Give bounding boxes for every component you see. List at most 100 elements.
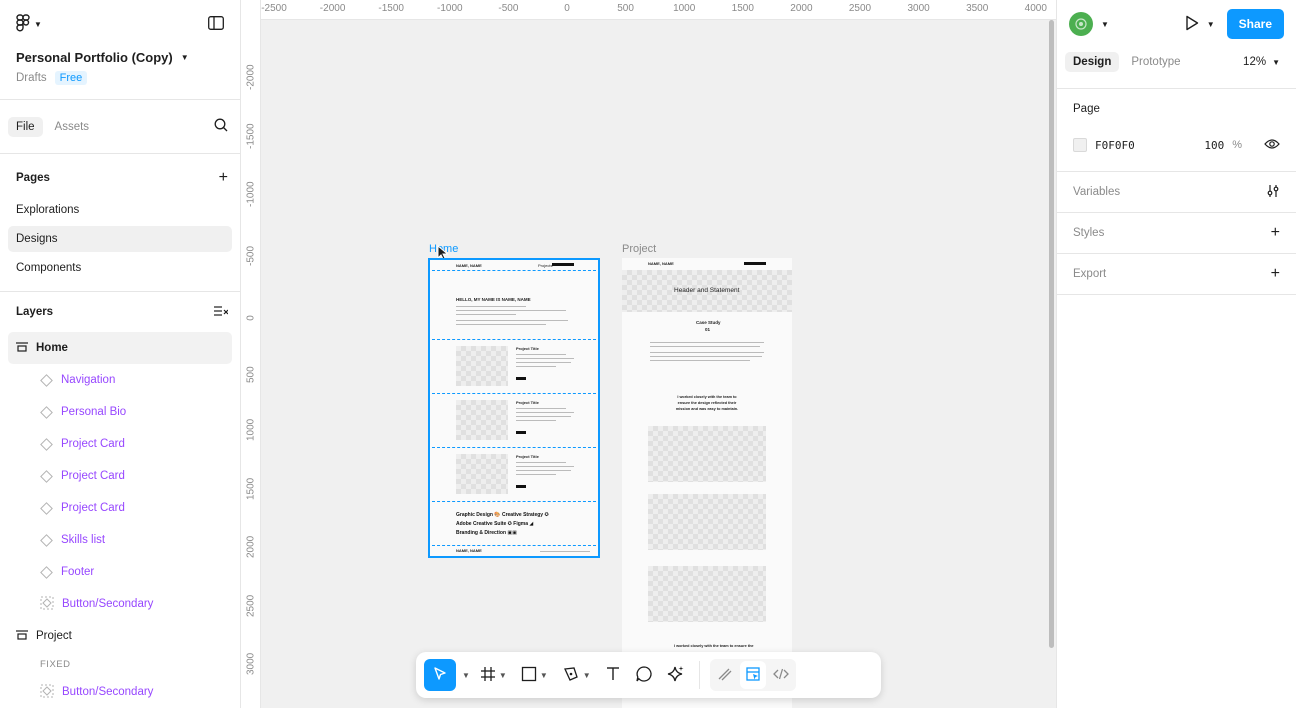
rectangle-icon xyxy=(521,666,537,685)
figma-logo-icon xyxy=(16,13,30,35)
sparkle-icon xyxy=(667,665,685,686)
layer-component[interactable]: Navigation xyxy=(0,364,240,396)
tab-prototype[interactable]: Prototype xyxy=(1123,52,1188,72)
share-button[interactable]: Share xyxy=(1226,9,1284,39)
ruler-tick-label: 4000 xyxy=(1024,3,1047,14)
canvas[interactable]: -2500 -2000 -1500 -1000 -500 0 500 1000 1500 2000… xyxy=(241,0,1056,708)
export-header[interactable]: Export + xyxy=(1073,254,1280,294)
draw-mode-button[interactable] xyxy=(712,661,738,689)
add-style-icon[interactable]: + xyxy=(1271,224,1280,242)
sidebar-toggle-icon[interactable] xyxy=(208,15,224,33)
layer-component[interactable]: Skills list xyxy=(0,524,240,556)
page-section: Page F0F0F0 100 % xyxy=(1057,88,1296,161)
avatar[interactable] xyxy=(1069,12,1093,36)
present-play-icon[interactable] xyxy=(1185,15,1199,34)
tab-design[interactable]: Design xyxy=(1065,52,1120,72)
project-header: Header and Statement xyxy=(674,287,740,294)
chevron-down-icon[interactable]: ▼ xyxy=(499,671,507,680)
eye-icon[interactable] xyxy=(1264,138,1280,153)
chevron-down-icon[interactable]: ▼ xyxy=(1207,20,1215,29)
pages-heading: Pages xyxy=(16,172,50,184)
page-item-components[interactable]: Components xyxy=(8,255,232,281)
add-export-icon[interactable]: + xyxy=(1271,265,1280,283)
ruler-tick-label: -1000 xyxy=(245,181,257,207)
add-page-icon[interactable]: + xyxy=(219,169,228,187)
project-image-placeholder xyxy=(456,454,508,494)
actions-ai-button[interactable] xyxy=(663,659,689,691)
skills-line: Graphic Design 🎨 Creative Strategy ✪ xyxy=(456,512,549,518)
layer-component[interactable]: Button/Secondary xyxy=(0,676,240,708)
text-line xyxy=(650,356,762,357)
nav-button xyxy=(552,263,574,266)
dev-mode-button[interactable] xyxy=(768,661,794,689)
page-item-explorations[interactable]: Explorations xyxy=(8,197,232,223)
file-location[interactable]: Drafts xyxy=(16,72,47,84)
search-icon[interactable] xyxy=(214,118,228,135)
ruler-tick-label: -2500 xyxy=(261,3,287,14)
tab-assets[interactable]: Assets xyxy=(47,117,98,137)
chevron-down-icon[interactable]: ▼ xyxy=(462,671,470,680)
pen-tool-button[interactable]: ▼ xyxy=(558,659,595,691)
plan-badge: Free xyxy=(54,71,88,85)
tab-file[interactable]: File xyxy=(8,116,43,137)
styles-header[interactable]: Styles + xyxy=(1073,213,1280,253)
layer-component[interactable]: Project Card xyxy=(0,460,240,492)
file-title[interactable]: Personal Portfolio (Copy) xyxy=(16,50,173,65)
text-tool-button[interactable] xyxy=(601,659,625,691)
move-arrow-icon xyxy=(432,666,448,685)
variables-heading: Variables xyxy=(1073,186,1121,198)
layer-component[interactable]: Footer xyxy=(0,556,240,588)
collapse-layers-icon[interactable] xyxy=(214,305,229,320)
shape-tool-button[interactable]: ▼ xyxy=(517,659,552,691)
frame-layout-icon xyxy=(16,629,28,643)
vertical-scrollbar[interactable] xyxy=(1049,20,1054,648)
layer-component[interactable]: Personal Bio xyxy=(0,396,240,428)
frame-tool-button[interactable]: ▼ xyxy=(476,659,511,691)
move-tool-button[interactable] xyxy=(424,659,456,691)
layer-component[interactable]: Project Card xyxy=(0,492,240,524)
ruler-tick-label: -500 xyxy=(245,245,257,266)
page-item-designs[interactable]: Designs xyxy=(8,226,232,252)
comment-tool-button[interactable] xyxy=(631,659,657,691)
page-color-hex[interactable]: F0F0F0 xyxy=(1095,139,1195,152)
ruler-tick-label: 1000 xyxy=(673,3,696,14)
page-section-header: Page xyxy=(1073,89,1280,129)
layer-frame-project[interactable]: Project xyxy=(8,620,232,652)
text-line xyxy=(540,551,590,552)
zoom-control[interactable]: 12% ▼ xyxy=(1243,56,1288,68)
variables-adjust-icon[interactable] xyxy=(1266,184,1280,201)
chevron-down-icon[interactable]: ▼ xyxy=(1101,20,1109,29)
layer-label: Navigation xyxy=(61,374,116,386)
text-line xyxy=(516,408,566,409)
text-line xyxy=(516,466,574,467)
variables-header[interactable]: Variables xyxy=(1073,172,1280,212)
text-line xyxy=(650,352,764,353)
chevron-down-icon[interactable]: ▼ xyxy=(181,53,189,62)
frame-label-project[interactable]: Project xyxy=(622,243,656,255)
text-line xyxy=(516,412,574,413)
layer-label: Project Card xyxy=(61,502,125,514)
layer-frame-home[interactable]: Home xyxy=(8,332,232,364)
layer-component[interactable]: Button/Secondary xyxy=(0,588,240,620)
page-opacity[interactable]: 100 xyxy=(1204,139,1224,152)
file-title-row[interactable]: Personal Portfolio (Copy) ▼ xyxy=(0,50,240,65)
nav-link: Projects xyxy=(538,263,553,268)
layer-component[interactable]: Project Card xyxy=(0,428,240,460)
page-heading: Page xyxy=(1073,103,1100,115)
section-divider xyxy=(432,447,596,448)
main-menu-button[interactable]: ▼ xyxy=(16,13,42,35)
frame-project[interactable]: NAME, NAME Header and Statement Case Stu… xyxy=(622,258,792,708)
chevron-down-icon[interactable]: ▼ xyxy=(540,671,548,680)
project-card-title: Project Title xyxy=(516,454,539,459)
text-line xyxy=(516,366,556,367)
design-mode-button[interactable] xyxy=(739,661,766,689)
ruler-tick-label: 3000 xyxy=(907,3,930,14)
page-color-swatch[interactable] xyxy=(1073,138,1087,152)
layers-header: Layers xyxy=(0,296,240,328)
right-panel: ▼ ▼ Share Design Prototype 12% ▼ Page F0… xyxy=(1056,0,1296,708)
layer-label: Skills list xyxy=(61,534,106,546)
chevron-down-icon[interactable]: ▼ xyxy=(583,671,591,680)
component-set-icon xyxy=(40,596,54,613)
text-icon xyxy=(605,666,621,685)
frame-home[interactable]: NAME, NAME Projects HELLO, MY NAME IS NA… xyxy=(428,258,600,558)
